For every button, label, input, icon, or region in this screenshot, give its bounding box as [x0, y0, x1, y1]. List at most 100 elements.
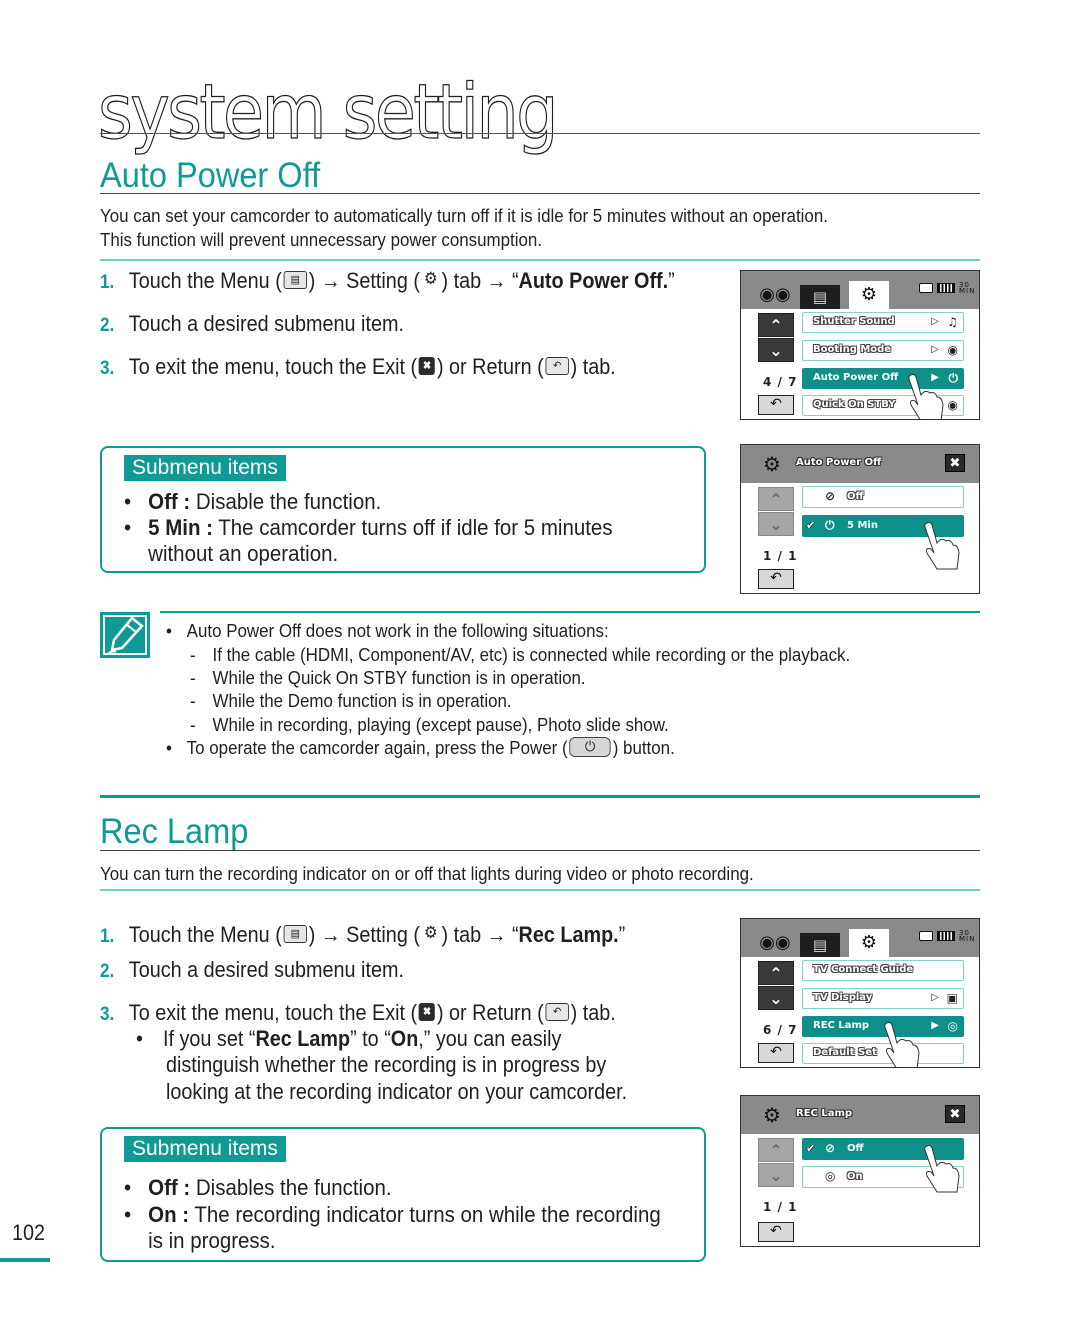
speaker-icon: ♫	[947, 315, 958, 329]
submenu-arrow-icon: ▷	[931, 316, 939, 327]
note-text: While the Demo function is in operation.	[212, 691, 512, 711]
popup-header: ⚙ REC Lamp ✖	[741, 1096, 979, 1134]
tip-bold: Rec Lamp	[255, 1026, 351, 1051]
camera-tab[interactable]: ◉◉	[755, 929, 795, 957]
submenu-label: Submenu items	[124, 1136, 286, 1162]
option-label: Off	[847, 1143, 864, 1154]
popup-header: ⚙ Auto Power Off ✖	[741, 445, 979, 483]
steps-list: 1. Touch the Menu (▤) → Setting (⚙) tab →…	[100, 268, 720, 388]
menu-item-label: Quick On STBY	[813, 399, 896, 410]
tip-text: If you set “	[163, 1026, 256, 1051]
steps-list: 1. Touch the Menu (▤) → Setting (⚙) tab →…	[100, 922, 720, 1112]
check-icon: ✔	[806, 519, 816, 532]
menu-item-booting-mode[interactable]: Booting Mode ▷ ◉	[802, 340, 964, 361]
exit-button[interactable]: ✖	[945, 1105, 965, 1123]
section-title-auto-power-off: Auto Power Off	[100, 156, 321, 195]
note-text: While the Quick On STBY function is in o…	[212, 668, 586, 688]
return-button[interactable]: ↶	[758, 1043, 794, 1063]
return-button[interactable]: ↶	[758, 395, 794, 415]
teal-divider	[100, 889, 980, 891]
note-sub-1: - If the cable (HDMI, Component/AV, etc) …	[190, 644, 850, 668]
step-3: 3. To exit the menu, touch the Exit (✖) o…	[100, 1000, 616, 1028]
scroll-up-button[interactable]: ⌃	[758, 1138, 794, 1162]
camera-tab[interactable]: ◉◉	[755, 281, 795, 309]
bullet: •	[166, 738, 172, 758]
option-label: On	[847, 1171, 863, 1182]
bullet: •	[124, 1175, 132, 1200]
return-icon: ↶	[545, 357, 569, 376]
settings-tab[interactable]: ⚙	[849, 281, 889, 309]
scroll-down-button[interactable]: ⌄	[758, 1163, 794, 1187]
step-2: 2. Touch a desired submenu item.	[100, 957, 404, 985]
note-sub-3: - While the Demo function is in operation…	[190, 690, 512, 714]
camcorder-icon: ◉	[947, 343, 958, 357]
page-counter: 6 / 7	[763, 1023, 798, 1037]
step-text: ) tab → “	[441, 268, 519, 293]
menu-tab[interactable]: ▤	[800, 933, 840, 957]
step-number: 2.	[100, 961, 115, 982]
submenu-desc: Disables the function.	[190, 1175, 392, 1200]
return-button[interactable]: ↶	[758, 1222, 794, 1242]
step-1: 1. Touch the Menu (▤) → Setting (⚙) tab →…	[100, 922, 625, 950]
note-bullet-2: • To operate the camcorder again, press t…	[166, 737, 675, 761]
step-1: 1. Touch the Menu (▤) → Setting (⚙) tab →…	[100, 268, 675, 296]
step-text: ) or Return (	[436, 354, 544, 379]
scroll-up-button[interactable]: ⌃	[758, 487, 794, 511]
quick-on-icon: ◉	[947, 398, 958, 412]
scroll-down-button[interactable]: ⌄	[758, 338, 794, 362]
status-indicators: 30 MIN	[918, 281, 976, 295]
submenu-item-5min: • 5 Min : The camcorder turns off if idle…	[124, 515, 613, 567]
option-off[interactable]: ⊘ Off	[802, 486, 964, 508]
step-text: ”	[668, 268, 675, 293]
status-indicators: 30 MIN	[918, 929, 976, 943]
pencil-glyph	[107, 616, 144, 655]
chapter-title: system setting	[97, 67, 559, 156]
step-2: 2. Touch a desired submenu item.	[100, 311, 404, 339]
step-target: Auto Power Off.	[518, 268, 669, 293]
option-label: 5 Min	[847, 520, 878, 531]
step-number: 1.	[100, 926, 115, 947]
menu-item-label: Shutter Sound	[813, 316, 895, 327]
scroll-up-button[interactable]: ⌃	[758, 313, 794, 337]
bullet: •	[124, 515, 132, 540]
submenu-desc-cont: is in progress.	[148, 1228, 276, 1253]
option-label: Off	[847, 491, 864, 502]
exit-icon: ✖	[418, 357, 436, 376]
camcorder-screen-settings-menu: ◉◉ ▤ ⚙ 30 MIN ⌃ ⌄ 6 / 7 ↶ TV Connect Gui…	[740, 918, 980, 1068]
step-number: 1.	[100, 272, 115, 293]
step-text: To exit the menu, touch the Exit (	[128, 1000, 418, 1025]
intro-line-2: This function will prevent unnecessary p…	[100, 230, 543, 250]
step-text: ) → Setting (	[308, 268, 420, 293]
exit-icon: ✖	[418, 1003, 436, 1022]
step-text: ”	[618, 922, 626, 947]
dash: -	[190, 668, 196, 688]
bullet: •	[136, 1026, 143, 1051]
remaining-time-icon: 30 MIN	[959, 929, 976, 943]
power-timer-icon: ⏻	[948, 371, 959, 385]
note-rule	[160, 611, 980, 613]
page-counter: 1 / 1	[763, 1200, 798, 1214]
bullet: •	[124, 1202, 132, 1227]
scroll-up-button[interactable]: ⌃	[758, 961, 794, 985]
menu-item-shutter-sound[interactable]: Shutter Sound ▷ ♫	[802, 312, 964, 333]
step-3: 3. To exit the menu, touch the Exit (✖) o…	[100, 354, 616, 382]
exit-button[interactable]: ✖	[945, 454, 965, 472]
menu-item-tv-connect-guide[interactable]: TV Connect Guide	[802, 960, 964, 981]
gear-icon: ⚙	[763, 1103, 781, 1127]
settings-tab[interactable]: ⚙	[849, 929, 889, 957]
menu-tab[interactable]: ▤	[800, 285, 840, 309]
note-text: ) button.	[612, 738, 675, 758]
camcorder-screen-settings-menu: ◉◉ ▤ ⚙ 30 MIN ⌃ ⌄ 4 / 7 ↶ Shutter Sound …	[740, 270, 980, 420]
return-button[interactable]: ↶	[758, 569, 794, 589]
check-icon: ✔	[806, 1142, 816, 1155]
popup-title: Auto Power Off	[796, 457, 882, 468]
step-text: ) tab → “	[441, 922, 519, 947]
dash: -	[190, 691, 196, 711]
scroll-down-button[interactable]: ⌄	[758, 512, 794, 536]
scroll-down-button[interactable]: ⌄	[758, 986, 794, 1010]
remaining-time-icon: 30 MIN	[959, 281, 976, 295]
dash: -	[190, 715, 196, 735]
menu-item-tv-display[interactable]: TV Display ▷ ▣	[802, 988, 964, 1009]
submenu-item-on: • On : The recording indicator turns on w…	[124, 1202, 661, 1254]
rec-lamp-icon: ◎	[825, 1169, 836, 1183]
